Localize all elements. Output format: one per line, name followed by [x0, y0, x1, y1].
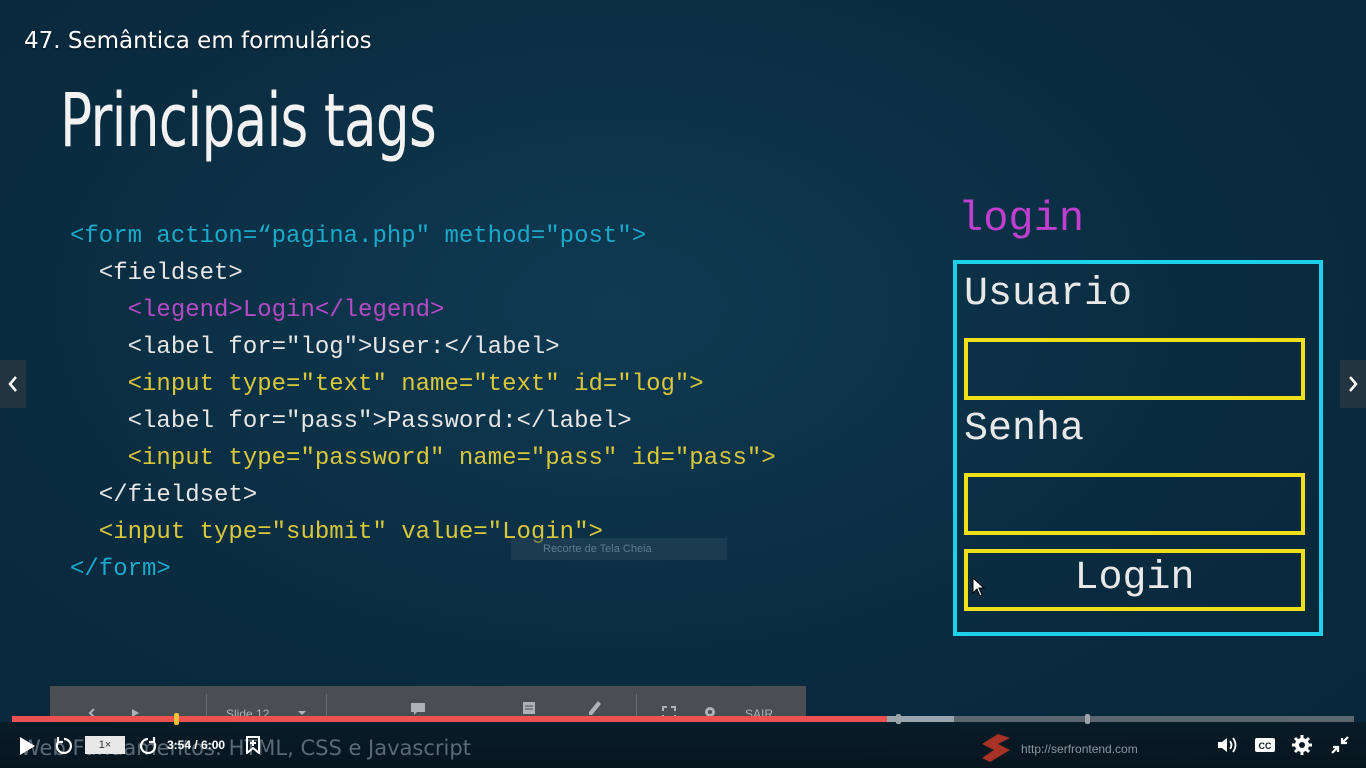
code-line: </fieldset> — [70, 482, 258, 509]
serfrontend-logo-icon — [982, 734, 1010, 762]
volume-icon — [1218, 737, 1237, 753]
gear-icon — [1292, 735, 1312, 755]
progress-marker[interactable] — [1085, 714, 1090, 724]
forward-button[interactable] — [136, 734, 160, 758]
video-title: 47. Semântica em formulários — [24, 28, 372, 54]
demo-pass-input — [964, 473, 1305, 535]
progress-marker[interactable] — [896, 714, 901, 724]
play-icon — [20, 737, 35, 755]
rewind-icon — [55, 737, 72, 755]
rewind-button[interactable] — [52, 734, 76, 758]
pres-notes-icon — [523, 702, 535, 714]
previous-lecture-button[interactable] — [0, 360, 26, 408]
play-button[interactable] — [14, 734, 40, 758]
fullscreen-clip-tooltip: Recorte de Tela Cheia — [511, 538, 727, 560]
chevron-left-icon — [8, 376, 17, 392]
bookmark-plus-icon — [246, 736, 260, 754]
code-block: <form action=“pagina.php" method="post">… — [70, 218, 776, 588]
next-lecture-button[interactable] — [1340, 360, 1366, 408]
svg-text:CC: CC — [1259, 741, 1272, 751]
demo-pass-label: Senha — [964, 407, 1085, 452]
code-line: <fieldset> — [70, 260, 243, 287]
pres-comment-icon — [411, 703, 425, 715]
code-line: <label for="log">User:</label> — [70, 334, 560, 361]
mouse-cursor-icon — [972, 577, 986, 597]
progress-played — [12, 716, 887, 722]
forward-icon — [140, 737, 157, 755]
slide-heading: Principais tags — [60, 78, 437, 164]
bookmark-button[interactable] — [242, 734, 264, 756]
site-url: http://serfrontend.com — [1021, 742, 1138, 756]
code-line: <input type="password" name="pass" id="p… — [70, 445, 776, 472]
progress-bar[interactable] — [12, 713, 1354, 725]
code-line: <form action=“pagina.php" method="post"> — [70, 223, 647, 250]
code-line: <legend>Login</legend> — [70, 297, 445, 324]
chevron-right-icon — [1349, 376, 1358, 392]
demo-login-button: Login — [964, 549, 1305, 611]
presentation-toolbar: Slide 12 SAIR — [50, 686, 806, 721]
time-display: 3:54 / 6:00 — [167, 738, 226, 752]
playback-speed-button[interactable]: 1× — [85, 736, 125, 754]
demo-user-input — [964, 338, 1305, 400]
closed-captions-icon: CC — [1255, 738, 1275, 752]
exit-fullscreen-icon — [1331, 736, 1349, 754]
progress-handle[interactable] — [174, 713, 180, 725]
captions-button[interactable]: CC — [1253, 735, 1277, 755]
video-frame[interactable]: 47. Semântica em formulários Principais … — [0, 0, 1366, 768]
code-line: <label for="pass">Password:</label> — [70, 408, 632, 435]
settings-button[interactable] — [1290, 734, 1314, 756]
code-line: <input type="text" name="text" id="log"> — [70, 371, 704, 398]
demo-user-label: Usuario — [964, 272, 1133, 317]
volume-button[interactable] — [1216, 734, 1240, 756]
demo-legend: login — [958, 195, 1085, 243]
exit-fullscreen-button[interactable] — [1328, 734, 1352, 756]
